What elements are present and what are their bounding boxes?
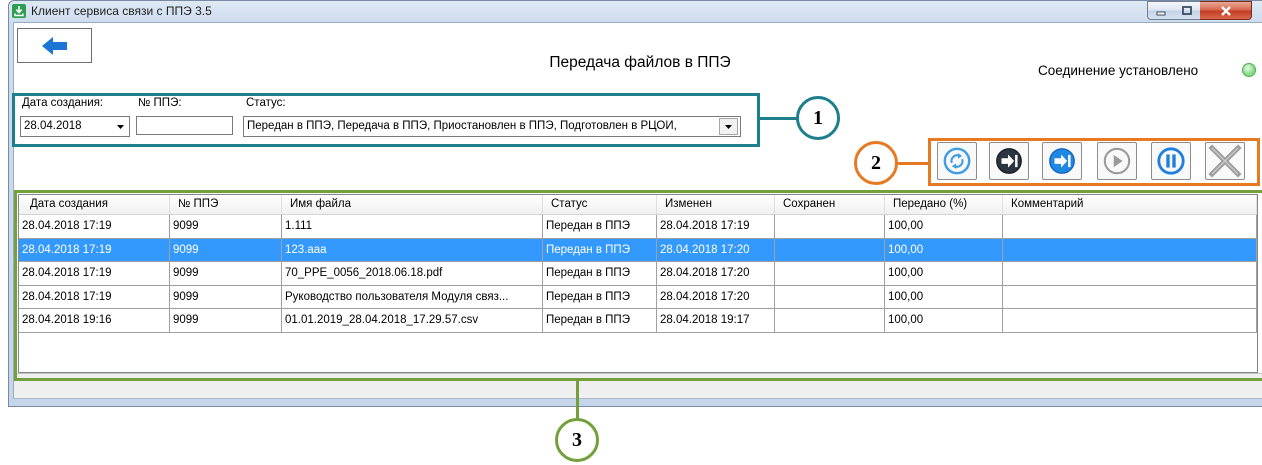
table-row[interactable]: 28.04.2018 17:19 9099 1.111 Передан в ПП… [19,215,1257,239]
send-icon [1049,148,1075,174]
chevron-down-icon[interactable] [112,118,128,135]
refresh-icon [943,147,971,175]
date-label: Дата создания: [22,97,104,109]
cell-modified[interactable]: 28.04.2018 17:20 [657,238,775,263]
files-table[interactable]: Дата создания № ППЭ Имя файла Статус Изм… [18,194,1258,373]
table-header: Дата создания № ППЭ Имя файла Статус Изм… [19,195,1257,215]
table-row[interactable]: 28.04.2018 17:19 9099 70_PPE_0056_2018.0… [19,262,1257,286]
annotation-marker-2: 2 [854,141,898,185]
cell-modified[interactable]: 28.04.2018 17:20 [657,285,775,310]
cell-saved[interactable] [775,309,885,333]
connection-indicator [1242,63,1256,77]
close-icon [1220,5,1231,16]
pause-button[interactable] [1151,142,1191,180]
maximize-icon [1182,5,1192,15]
cell-date-created[interactable]: 28.04.2018 17:19 [19,285,170,310]
cell-status[interactable]: Передан в ППЭ [543,215,657,239]
page-title: Передача файлов в ППЭ [549,54,731,71]
back-button[interactable] [17,28,92,63]
cell-ppe-number[interactable]: 9099 [170,238,282,263]
ppe-number-input[interactable] [136,116,233,135]
cell-comment[interactable] [1003,215,1257,239]
cell-saved[interactable] [775,215,885,239]
arrow-left-icon [41,36,67,55]
cell-file-name[interactable]: 1.111 [282,215,543,239]
cell-comment[interactable] [1003,285,1257,310]
cell-modified[interactable]: 28.04.2018 17:20 [657,262,775,286]
table-row[interactable]: 28.04.2018 17:19 9099 Руководство пользо… [19,285,1257,310]
date-select[interactable]: 28.04.2018 [20,116,130,137]
cell-status[interactable]: Передан в ППЭ [543,309,657,333]
minimize-icon [1156,11,1166,15]
send-button[interactable] [1042,142,1082,180]
download-app-icon [12,4,26,18]
cell-date-created[interactable]: 28.04.2018 19:16 [19,309,170,333]
annotation-connector-2 [897,162,929,165]
column-header-transferred-percent[interactable]: Передано (%) [885,195,1003,214]
cell-comment[interactable] [1003,309,1257,333]
annotation-marker-1: 1 [796,96,840,140]
cell-comment[interactable] [1003,262,1257,286]
cell-ppe-number[interactable]: 9099 [170,215,282,239]
maximize-button[interactable] [1174,1,1201,20]
cell-modified[interactable]: 28.04.2018 19:17 [657,309,775,333]
status-value: Передан в ППЭ, Передача в ППЭ, Приостано… [247,120,677,132]
column-header-modified[interactable]: Изменен [657,195,775,214]
cell-status[interactable]: Передан в ППЭ [543,238,657,263]
cell-saved[interactable] [775,285,885,310]
cell-ppe-number[interactable]: 9099 [170,262,282,286]
status-strip [14,373,1262,399]
table-row[interactable]: 28.04.2018 17:19 9099 123.aaa Передан в … [19,238,1257,263]
column-header-date-created[interactable]: Дата создания [19,195,170,214]
connection-status: Соединение установлено [1038,63,1199,78]
chevron-down-icon[interactable] [719,118,738,135]
cancel-icon [1208,144,1242,178]
cell-status[interactable]: Передан в ППЭ [543,262,657,286]
cancel-button[interactable] [1205,142,1245,180]
cell-transferred-percent[interactable]: 100,00 [885,238,1003,263]
import-button[interactable] [989,142,1029,180]
annotation-marker-3: 3 [555,418,599,462]
minimize-button[interactable] [1147,1,1175,20]
play-icon [1103,147,1131,175]
cell-date-created[interactable]: 28.04.2018 17:19 [19,262,170,286]
refresh-button[interactable] [937,142,977,180]
cell-file-name[interactable]: Руководство пользователя Модуля связ... [282,285,543,310]
cell-date-created[interactable]: 28.04.2018 17:19 [19,238,170,263]
pause-icon [1157,147,1185,175]
cell-ppe-number[interactable]: 9099 [170,309,282,333]
cell-saved[interactable] [775,262,885,286]
window-title: Клиент сервиса связи с ППЭ 3.5 [31,4,212,18]
cell-transferred-percent[interactable]: 100,00 [885,309,1003,333]
cell-ppe-number[interactable]: 9099 [170,285,282,310]
annotation-connector-3 [576,381,579,419]
play-button[interactable] [1097,142,1137,180]
cell-file-name[interactable]: 123.aaa [282,238,543,263]
cell-transferred-percent[interactable]: 100,00 [885,215,1003,239]
table-row[interactable]: 28.04.2018 19:16 9099 01.01.2019_28.04.2… [19,309,1257,333]
cell-comment[interactable] [1003,238,1257,263]
status-label: Статус: [246,97,286,109]
status-select[interactable]: Передан в ППЭ, Передача в ППЭ, Приостано… [243,116,741,137]
cell-saved[interactable] [775,238,885,263]
column-header-file-name[interactable]: Имя файла [282,195,543,214]
column-header-ppe-number[interactable]: № ППЭ [170,195,282,214]
cell-status[interactable]: Передан в ППЭ [543,285,657,310]
column-header-comment[interactable]: Комментарий [1003,195,1257,214]
cell-transferred-percent[interactable]: 100,00 [885,285,1003,310]
cell-file-name[interactable]: 70_PPE_0056_2018.06.18.pdf [282,262,543,286]
cell-file-name[interactable]: 01.01.2019_28.04.2018_17.29.57.csv [282,309,543,333]
cell-date-created[interactable]: 28.04.2018 17:19 [19,215,170,239]
column-header-status[interactable]: Статус [543,195,657,214]
import-icon [996,148,1022,174]
ppe-label: № ППЭ: [138,97,182,109]
annotation-connector-1 [760,117,797,120]
cell-transferred-percent[interactable]: 100,00 [885,262,1003,286]
cell-modified[interactable]: 28.04.2018 17:19 [657,215,775,239]
column-header-saved[interactable]: Сохранен [775,195,885,214]
close-button[interactable] [1200,1,1252,20]
